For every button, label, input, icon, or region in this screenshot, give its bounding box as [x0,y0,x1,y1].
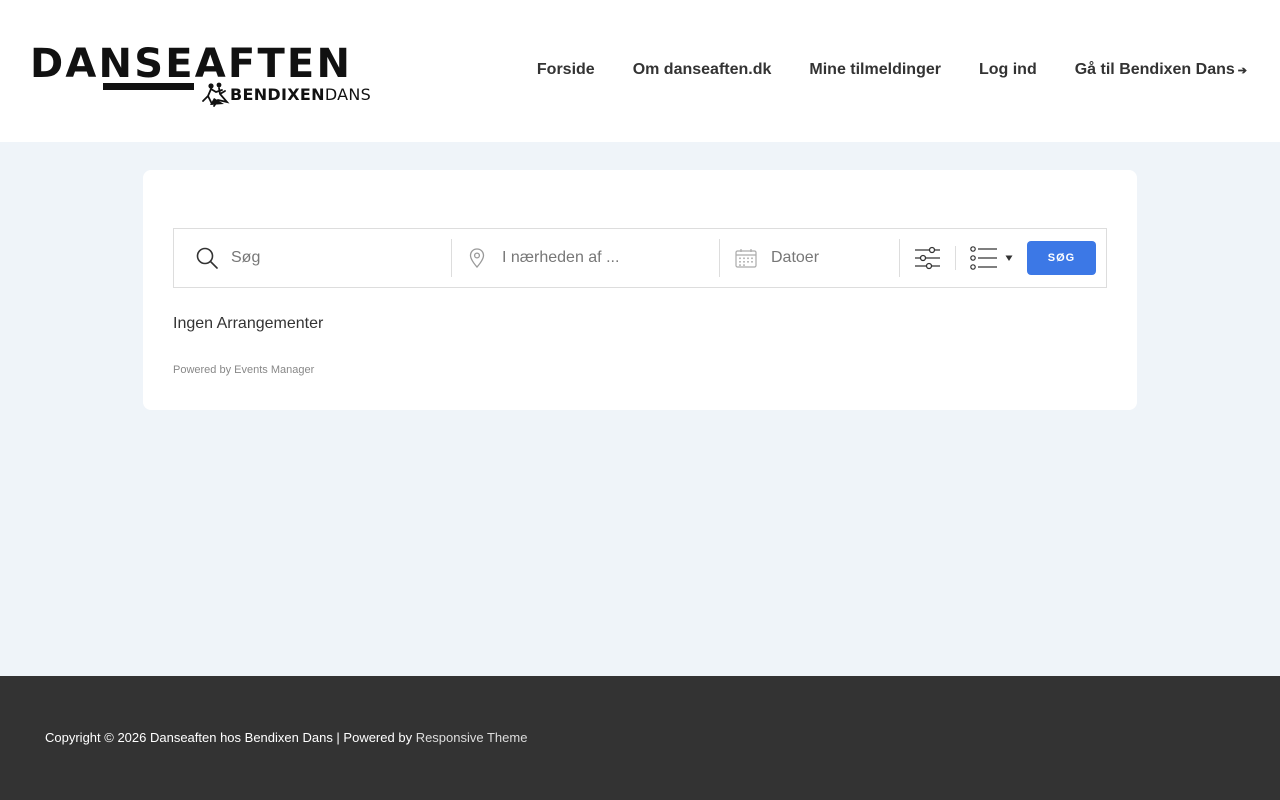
responsive-theme-link[interactable]: Responsive Theme [416,730,528,745]
dates-input[interactable]: Datoer [771,249,819,267]
external-arrow-icon: ➔ [1237,65,1247,77]
search-field[interactable]: Søg [196,229,446,287]
nav-item-log-ind[interactable]: Log ind [979,60,1037,81]
sliders-icon [915,246,940,270]
logo-sub-light: DANS [324,84,372,104]
site-logo[interactable]: DANSEAFTEN BENDIXEN DANS [30,41,371,108]
nav-item-bendixen-label: Gå til Bendixen Dans [1074,61,1235,78]
powered-by-prefix: Powered by [173,364,235,376]
events-card: Søg I nærheden af ... Datoer SØG Ingen A… [143,170,1137,410]
logo-sub-bold: BENDIXEN [230,84,325,104]
advanced-filters-button[interactable] [914,243,941,273]
site-header: DANSEAFTEN BENDIXEN DANS Forside Om danse… [0,0,1280,142]
field-divider [899,239,900,277]
nav-item-mine-tilmeldinger[interactable]: Mine tilmeldinger [809,60,941,81]
main-nav: Forside Om danseaften.dk Mine tilmelding… [537,60,1247,81]
calendar-icon [735,249,757,268]
location-input[interactable]: I nærheden af ... [502,249,619,267]
event-search-form: Søg I nærheden af ... Datoer SØG [173,228,1107,288]
logo-main-text: DANSEAFTEN [30,41,353,87]
copyright-text: Copyright © 2026 Danseaften hos Bendixen… [45,730,527,745]
logo-underline [103,83,194,90]
caret-down-icon [1005,255,1013,261]
search-submit-button[interactable]: SØG [1027,241,1096,275]
field-divider [451,239,452,277]
location-pin-icon [469,248,485,268]
logo-subtitle: BENDIXEN DANS [200,80,371,108]
list-view-icon [970,246,997,270]
events-manager-link[interactable]: Events Manager [234,364,314,376]
nav-item-bendixen-dans[interactable]: Gå til Bendixen Dans ➔ [1075,60,1247,81]
copyright-label: Copyright © 2026 Danseaften hos Bendixen… [45,730,416,745]
no-events-message: Ingen Arrangementer [173,315,324,332]
search-icon [196,247,218,269]
nav-item-om-danseaften[interactable]: Om danseaften.dk [633,60,772,81]
site-footer: Copyright © 2026 Danseaften hos Bendixen… [0,676,1280,800]
location-field[interactable]: I nærheden af ... [469,229,709,287]
field-divider [955,246,956,270]
search-input[interactable]: Søg [231,249,260,267]
powered-by: Powered by Events Manager [173,364,314,376]
dancers-icon [202,82,230,107]
dates-field[interactable]: Datoer [735,229,895,287]
field-divider [719,239,720,277]
nav-item-forside[interactable]: Forside [537,60,595,81]
view-mode-dropdown[interactable] [970,243,1014,273]
